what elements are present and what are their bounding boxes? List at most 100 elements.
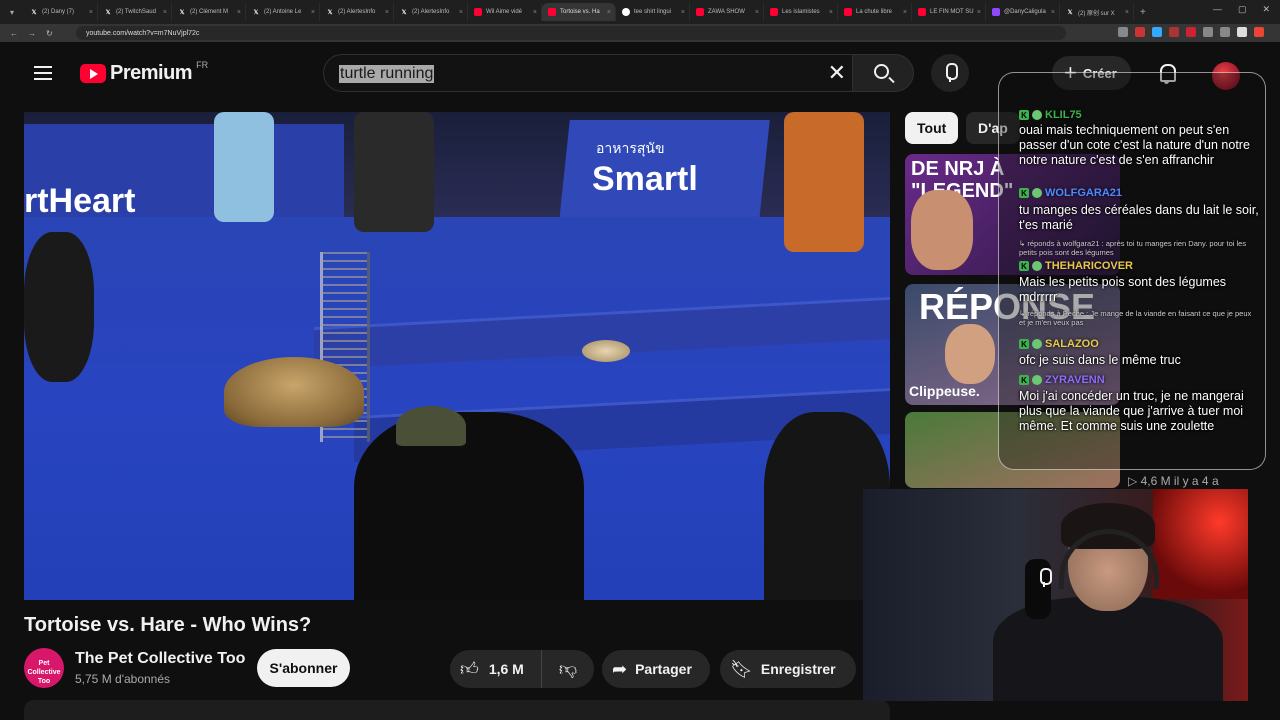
search-input[interactable]: turtle running ✕ [323, 54, 853, 92]
webcam-overlay [863, 489, 1248, 701]
youtube-logo[interactable]: Premium FR [80, 59, 209, 85]
new-tab-icon[interactable]: + [1140, 7, 1146, 18]
video-overlay-text-thai: อาหารสุนัข [596, 140, 665, 156]
sub-badge-icon [1032, 375, 1042, 385]
back-icon[interactable]: ← [10, 29, 18, 38]
sub-badge-icon [1032, 261, 1042, 271]
close-tab-icon[interactable]: × [237, 9, 241, 16]
share-button[interactable]: ➦ Partager [602, 650, 710, 688]
extension-icon[interactable] [1186, 27, 1196, 37]
close-tab-icon[interactable]: × [1125, 9, 1129, 16]
chat-message: ofc je suis dans le même truc [1019, 353, 1181, 367]
country-code: FR [196, 59, 209, 70]
forward-icon[interactable]: → [28, 29, 36, 38]
search-button[interactable] [852, 54, 914, 92]
reload-icon[interactable]: ↻ [46, 29, 53, 38]
browser-tabstrip: ▾ 𝕏 (2) Dany (7) × 𝕏 (2) TwitchSaud × 𝕏 (2) Clé… [0, 0, 1280, 24]
save-button[interactable]: 🔖︎ Enregistrer [720, 650, 856, 688]
tab-search-icon[interactable]: ▾ [10, 8, 24, 17]
share-label: Partager [635, 661, 692, 677]
browser-tab[interactable]: Tortoise vs. Ha × [542, 3, 616, 21]
extension-icon[interactable] [1203, 27, 1213, 37]
browser-tab[interactable]: 𝕏 (2) Antoine Le × [246, 3, 320, 21]
thumb-1-face [911, 190, 973, 270]
chat-username-text: WOLFGARA21 [1045, 187, 1122, 199]
browser-tab[interactable]: 𝕏 (2) AlertesInfo × [394, 3, 468, 21]
chat-reply-context: ↳ réponds à Peche : Je mange de la viand… [1019, 309, 1252, 327]
chat-username-text: THEHARICOVER [1045, 260, 1134, 272]
close-tab-icon[interactable]: × [459, 9, 463, 16]
description-box[interactable] [24, 700, 890, 720]
chip-all[interactable]: Tout [905, 112, 959, 144]
close-tab-icon[interactable]: × [385, 9, 389, 16]
kick-badge-icon: K [1019, 261, 1029, 271]
hare [582, 340, 630, 362]
like-button[interactable]: 👍︎ 1,6 M [450, 650, 542, 688]
browser-tab-label: LE FIN MOT SU [930, 9, 974, 15]
youtube-favicon-icon [548, 8, 556, 16]
voice-search-button[interactable] [931, 54, 969, 92]
close-tab-icon[interactable]: × [607, 9, 611, 16]
browser-tab[interactable]: Les islamistes × [764, 3, 838, 21]
minimize-icon[interactable]: — [1213, 4, 1222, 15]
browser-tab[interactable]: LE FIN MOT SU × [912, 3, 986, 21]
channel-name[interactable]: The Pet Collective Too [75, 650, 245, 668]
search-query: turtle running [339, 65, 435, 83]
close-tab-icon[interactable]: × [681, 9, 685, 16]
browser-tab[interactable]: 𝕏 (2) Dany (7) × [24, 3, 98, 21]
chat-username-text: ZYRAVENN [1045, 374, 1105, 386]
upload-age: il y a 4 a [1173, 474, 1219, 488]
maximize-icon[interactable]: ▢ [1238, 4, 1247, 15]
chat-username: K ZYRAVENN [1019, 374, 1105, 386]
close-tab-icon[interactable]: × [755, 9, 759, 16]
extension-icon[interactable] [1135, 27, 1145, 37]
save-label: Enregistrer [760, 661, 836, 677]
close-tab-icon[interactable]: × [163, 9, 167, 16]
video-player[interactable]: rtHeart อาหารสุนัข Smartl [24, 112, 890, 600]
spectator-cap [396, 406, 466, 446]
extension-icon[interactable] [1169, 27, 1179, 37]
window-controls: — ▢ ✕ [1213, 4, 1270, 15]
x-favicon-icon: 𝕏 [253, 9, 259, 16]
browser-tab[interactable]: La chute libre × [838, 3, 912, 21]
extension-icon[interactable] [1237, 27, 1247, 37]
extension-icon[interactable] [1152, 27, 1162, 37]
sub-badge-icon [1032, 188, 1042, 198]
browser-toolbar: ← → ↻ youtube.com/watch?v=m7NuVjpl72c [0, 24, 1280, 42]
browser-tab-label: (2) Dany (7) [42, 9, 75, 15]
browser-tab[interactable]: 𝕏 (2) AlertesInfo × [320, 3, 394, 21]
channel-avatar[interactable]: Pet Collective Too [24, 648, 64, 688]
browser-tab-label: La chute libre [856, 9, 893, 15]
browser-tab[interactable]: @DanyCaligula × [986, 3, 1060, 21]
extension-icon[interactable] [1118, 27, 1128, 37]
browser-tab[interactable]: ZAWA SHOW × [690, 3, 764, 21]
close-tab-icon[interactable]: × [89, 9, 93, 16]
extension-icon[interactable] [1254, 27, 1264, 37]
browser-tab[interactable]: Wil Aime vidé × [468, 3, 542, 21]
share-icon: ➦ [612, 658, 628, 679]
chat-username: K SALAZOO [1019, 338, 1099, 350]
view-count: 4,6 M [1140, 474, 1171, 488]
chat-reply-context: ↳ réponds à wolfgara21 : après toi tu ma… [1019, 239, 1247, 257]
dislike-button[interactable]: 👎︎ [542, 650, 594, 688]
youtube-favicon-icon [696, 8, 704, 16]
browser-tab[interactable]: 𝕏 (2) Clément M × [172, 3, 246, 21]
webcam-red-light [1153, 489, 1248, 599]
close-tab-icon[interactable]: × [903, 9, 907, 16]
youtube-favicon-icon [844, 8, 852, 16]
close-window-icon[interactable]: ✕ [1262, 4, 1270, 15]
close-tab-icon[interactable]: × [829, 9, 833, 16]
close-tab-icon[interactable]: × [977, 9, 981, 16]
browser-tab[interactable]: tee shirt lingui × [616, 3, 690, 21]
clear-search-icon[interactable]: ✕ [828, 60, 846, 86]
browser-tab[interactable]: 𝕏 (2) TwitchSaud × [98, 3, 172, 21]
close-tab-icon[interactable]: × [533, 9, 537, 16]
subscribe-button[interactable]: S'abonner [257, 649, 350, 687]
browser-tab[interactable]: 𝕏 (2) 原创 sur X × [1060, 3, 1134, 21]
extension-icon[interactable] [1220, 27, 1230, 37]
menu-icon[interactable] [34, 66, 52, 84]
close-tab-icon[interactable]: × [1051, 9, 1055, 16]
url-bar[interactable]: youtube.com/watch?v=m7NuVjpl72c [76, 26, 1066, 40]
close-tab-icon[interactable]: × [311, 9, 315, 16]
kick-badge-icon: K [1019, 339, 1029, 349]
